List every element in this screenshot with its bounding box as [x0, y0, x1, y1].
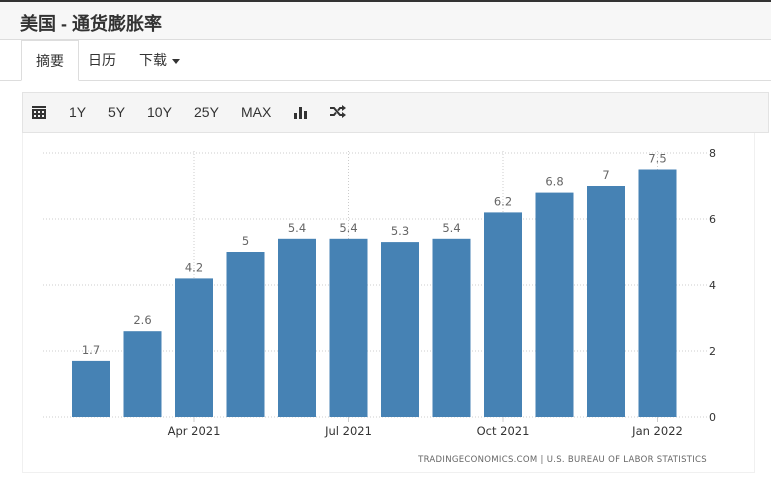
- bar: [278, 238, 316, 417]
- bar: [329, 238, 368, 417]
- tab-calendar[interactable]: 日历: [88, 40, 116, 81]
- bar: [381, 242, 419, 417]
- shuffle-icon[interactable]: [330, 105, 346, 121]
- bar-value-label: 6.2: [494, 194, 512, 208]
- calendar-icon[interactable]: [32, 105, 46, 122]
- inflation-bar-chart: 0 2 4 6 8 Apr 2021 Jul 2021 Oct 2021 Jan 2022 1.7…: [43, 147, 716, 465]
- x-tick-label: Jan 2022: [631, 424, 683, 438]
- bar-value-label: 1.7: [82, 343, 100, 357]
- bar: [535, 192, 574, 417]
- tab-summary[interactable]: 摘要: [21, 40, 79, 81]
- bar: [175, 278, 213, 417]
- range-max-button[interactable]: MAX: [241, 104, 271, 120]
- bar-value-label: 5.3: [391, 224, 409, 238]
- bar-value-label: 5.4: [339, 221, 357, 235]
- bar-chart-icon[interactable]: [294, 106, 308, 122]
- bar: [638, 169, 677, 417]
- bar-value-label: 5.4: [442, 221, 460, 235]
- bar-value-label: 4.2: [185, 260, 203, 274]
- x-tick-label: Oct 2021: [477, 424, 530, 438]
- range-10y-button[interactable]: 10Y: [147, 104, 172, 120]
- x-tick-label: Jul 2021: [324, 424, 372, 438]
- bar-value-label: 2.6: [133, 313, 151, 327]
- tab-bar: 摘要 日历 下载: [0, 40, 771, 81]
- bar-value-label: 5: [242, 234, 249, 248]
- bar: [484, 212, 522, 417]
- y-tick-label: 0: [709, 411, 716, 424]
- tab-download[interactable]: 下载: [139, 40, 180, 81]
- y-tick-label: 8: [709, 147, 716, 160]
- page-title: 美国 - 通货膨胀率: [20, 14, 162, 34]
- source-label: TRADINGECONOMICS.COM | U.S. BUREAU OF LA…: [417, 455, 707, 465]
- y-tick-label: 2: [709, 345, 716, 358]
- bar-value-label: 6.8: [545, 175, 563, 189]
- range-1y-button[interactable]: 1Y: [69, 104, 86, 120]
- bar: [226, 252, 265, 417]
- bar: [123, 331, 162, 417]
- range-5y-button[interactable]: 5Y: [108, 104, 125, 120]
- bar: [587, 186, 625, 417]
- bar: [72, 360, 110, 417]
- y-tick-label: 6: [709, 213, 716, 226]
- tab-download-label: 下载: [139, 52, 167, 68]
- bar: [432, 238, 471, 417]
- y-tick-label: 4: [709, 279, 716, 292]
- chart-toolbar: 1Y 5Y 10Y 25Y MAX: [22, 92, 769, 133]
- bar-value-label: 5.4: [288, 221, 306, 235]
- bar-value-label: 7: [602, 168, 609, 182]
- caret-down-icon: [172, 58, 180, 64]
- bar-value-label: 7.5: [648, 152, 666, 166]
- title-bar: 美国 - 通货膨胀率: [0, 0, 771, 40]
- chart-panel: 0 2 4 6 8 Apr 2021 Jul 2021 Oct 2021 Jan 2022 1.7…: [22, 133, 755, 473]
- range-25y-button[interactable]: 25Y: [194, 104, 219, 120]
- x-tick-label: Apr 2021: [168, 424, 221, 438]
